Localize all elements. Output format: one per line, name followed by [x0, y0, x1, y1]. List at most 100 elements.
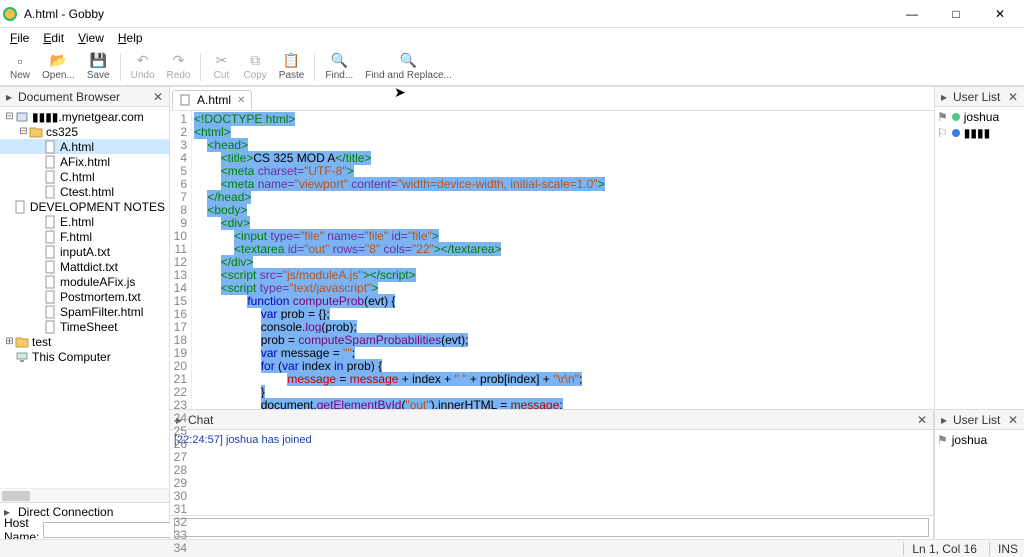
toolbar-redo-button: ↷Redo — [161, 51, 197, 83]
tree-label: Mattdict.txt — [60, 260, 118, 274]
user-list-title: User List — [953, 90, 1002, 104]
save-icon: 💾 — [90, 53, 106, 69]
tree-node[interactable]: Mattdict.txt — [0, 259, 169, 274]
editor[interactable]: 1234567891011121314151617181920212223242… — [170, 111, 934, 409]
lower-row: ▸ Chat ✕ [22:24:57] joshua has joined ▸ … — [170, 409, 1024, 539]
tree-label: moduleAFix.js — [60, 275, 135, 289]
maximize-button[interactable]: □ — [934, 0, 978, 28]
toolbar-save-button[interactable]: 💾Save — [81, 51, 116, 83]
user-name: ▮▮▮▮ — [964, 126, 990, 140]
toolbar-find-button[interactable]: 🔍Find... — [319, 51, 359, 83]
line-gutter: 1234567891011121314151617181920212223242… — [170, 111, 192, 409]
toolbar-label: Paste — [279, 70, 305, 81]
file-icon — [43, 275, 57, 289]
toolbar-undo-button: ↶Undo — [125, 51, 161, 83]
tree-node[interactable]: This Computer — [0, 349, 169, 364]
file-icon — [43, 230, 57, 244]
toolbar-new-button[interactable]: ▫New — [4, 51, 36, 83]
user-name: joshua — [952, 433, 987, 447]
file-icon — [179, 94, 191, 106]
menu-edit[interactable]: Edit — [37, 29, 70, 47]
tree-node[interactable]: ⊟▮▮▮▮.mynetgear.com — [0, 109, 169, 124]
collapse-icon[interactable]: ▸ — [939, 413, 949, 427]
file-icon — [43, 260, 57, 274]
toolbar-replace-button[interactable]: 🔍Find and Replace... — [359, 51, 458, 83]
tree-node[interactable]: Postmortem.txt — [0, 289, 169, 304]
file-icon — [43, 185, 57, 199]
tree-node[interactable]: moduleAFix.js — [0, 274, 169, 289]
tree-label: TimeSheet — [60, 320, 118, 334]
tree-node[interactable]: SpamFilter.html — [0, 304, 169, 319]
collapse-icon[interactable]: ▸ — [939, 90, 949, 104]
tree-node[interactable]: A.html — [0, 139, 169, 154]
tree-label: SpamFilter.html — [60, 305, 143, 319]
toolbar-label: Copy — [243, 70, 266, 81]
toolbar-label: Save — [87, 70, 110, 81]
code-area[interactable]: <!DOCTYPE html><html> <head> <title>CS 3… — [192, 111, 934, 409]
toolbar-label: Find and Replace... — [365, 70, 452, 81]
file-icon — [13, 200, 27, 214]
tree-label: C.html — [60, 170, 95, 184]
tree-node[interactable]: F.html — [0, 229, 169, 244]
panel-close-icon[interactable]: ✕ — [915, 413, 929, 427]
toolbar-label: Undo — [131, 70, 155, 81]
app-icon — [2, 6, 18, 22]
panel-close-icon[interactable]: ✕ — [151, 90, 165, 104]
toolbar-label: Redo — [167, 70, 191, 81]
chat-input-row — [170, 515, 933, 539]
toolbar-label: Open... — [42, 70, 75, 81]
close-button[interactable]: ✕ — [978, 0, 1022, 28]
file-icon — [43, 140, 57, 154]
window-title: A.html - Gobby — [24, 7, 890, 21]
panel-close-icon[interactable]: ✕ — [1006, 90, 1020, 104]
copy-icon: ⧉ — [247, 53, 263, 69]
chat-log: [22:24:57] joshua has joined — [170, 430, 933, 515]
toolbar: ▫New📂Open...💾Save↶Undo↷Redo✂Cut⧉Copy📋Pas… — [0, 48, 1024, 86]
tree-node[interactable]: Ctest.html — [0, 184, 169, 199]
user-row[interactable]: ⚐▮▮▮▮ — [937, 125, 1022, 141]
file-icon — [43, 245, 57, 259]
user-row[interactable]: ⚑joshua — [937, 109, 1022, 125]
tree-node[interactable]: DEVELOPMENT NOTES — [0, 199, 169, 214]
tab-bar: A.html ✕ — [170, 87, 934, 111]
tree-label: A.html — [60, 140, 94, 154]
tree-node[interactable]: TimeSheet — [0, 319, 169, 334]
tree-node[interactable]: E.html — [0, 214, 169, 229]
tab-label: A.html — [197, 93, 231, 107]
chat-input[interactable] — [174, 518, 929, 537]
tree-node[interactable]: inputA.txt — [0, 244, 169, 259]
user-color-dot — [952, 113, 960, 121]
tree-label: test — [32, 335, 51, 349]
chat-title: Chat — [188, 413, 911, 427]
file-tree[interactable]: ⊟▮▮▮▮.mynetgear.com⊟cs325A.htmlAFix.html… — [0, 107, 169, 488]
collapse-icon[interactable]: ▸ — [4, 90, 14, 104]
tree-node[interactable]: C.html — [0, 169, 169, 184]
new-icon: ▫ — [12, 53, 28, 69]
user-color-dot — [952, 129, 960, 137]
tree-node[interactable]: ⊞test — [0, 334, 169, 349]
user-list-pane-bottom: ▸ User List ✕ ⚑joshua — [934, 410, 1024, 539]
cut-icon: ✂ — [213, 53, 229, 69]
file-icon — [43, 155, 57, 169]
chat-header: ▸ Chat ✕ — [170, 410, 933, 430]
tree-label: cs325 — [46, 125, 78, 139]
user-list-header-bottom: ▸ User List ✕ — [935, 410, 1024, 430]
paste-icon: 📋 — [284, 53, 300, 69]
horizontal-scrollbar[interactable] — [0, 488, 169, 502]
user-list-pane-top: ▸ User List ✕ ⚑joshua⚐▮▮▮▮ — [934, 87, 1024, 409]
minimize-button[interactable]: — — [890, 0, 934, 28]
toolbar-open-button[interactable]: 📂Open... — [36, 51, 81, 83]
tab-close-icon[interactable]: ✕ — [237, 95, 245, 106]
tree-node[interactable]: AFix.html — [0, 154, 169, 169]
status-position: Ln 1, Col 16 — [903, 542, 977, 556]
tree-label: AFix.html — [60, 155, 110, 169]
menu-file[interactable]: File — [4, 29, 35, 47]
tree-node[interactable]: ⊟cs325 — [0, 124, 169, 139]
tab-a-html[interactable]: A.html ✕ — [172, 90, 252, 110]
tree-label: inputA.txt — [60, 245, 110, 259]
menu-help[interactable]: Help — [112, 29, 149, 47]
panel-close-icon[interactable]: ✕ — [1006, 413, 1020, 427]
toolbar-paste-button[interactable]: 📋Paste — [273, 51, 311, 83]
menu-view[interactable]: View — [72, 29, 110, 47]
user-row[interactable]: ⚑joshua — [937, 432, 1022, 448]
